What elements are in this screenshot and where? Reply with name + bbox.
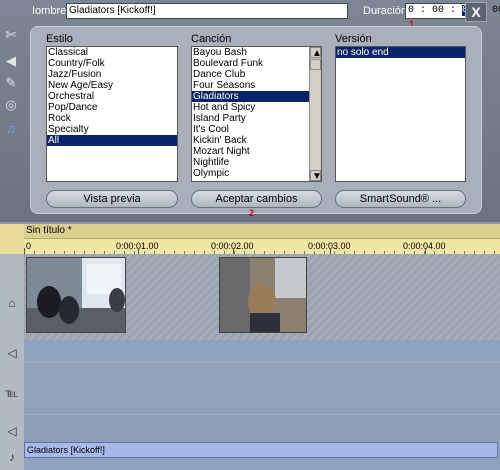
preview-button[interactable]: Vista previa: [46, 190, 178, 208]
project-title: Sin título *: [24, 224, 500, 238]
accept-changes-button[interactable]: Aceptar cambios: [191, 190, 322, 208]
cancion-item[interactable]: Boulevard Funk: [192, 58, 321, 69]
duration-label: Duración:: [363, 5, 411, 17]
title-track[interactable]: [24, 362, 500, 414]
clip-thumbnail-1: [27, 258, 125, 332]
cancion-item[interactable]: It's Cool: [192, 124, 321, 135]
estilo-item[interactable]: Pop/Dance: [47, 102, 177, 113]
estilo-title: Estilo: [46, 33, 73, 45]
cancion-item[interactable]: Four Seasons: [192, 80, 321, 91]
speaker-icon[interactable]: ◀︎: [2, 52, 20, 70]
music-track-icon[interactable]: ♪: [2, 448, 22, 466]
estilo-item[interactable]: New Age/Easy: [47, 80, 177, 91]
audio-track-1[interactable]: [24, 340, 500, 362]
clip-thumbnail-2: [220, 258, 306, 332]
cancion-item[interactable]: Island Party: [192, 113, 321, 124]
smartsound-button[interactable]: SmartSound® ...: [335, 190, 466, 208]
disc-icon[interactable]: ◎: [2, 96, 20, 114]
timeline-header: Sin título * 0 0:00:01.00 0:00:02.00 0:00:0…: [0, 224, 500, 255]
music-editor-panel: ✄ ◀︎ ✎ ◎ ♫ Iombre: Gladiators [Kickoff!]…: [0, 0, 500, 222]
annotation-2: 2: [249, 208, 255, 218]
cancion-item[interactable]: Kickin' Back: [192, 135, 321, 146]
name-row: Iombre: Gladiators [Kickoff!] Duración: …: [30, 3, 500, 21]
selection-panel: Estilo Classical Country/Folk Jazz/Fusion N…: [30, 26, 482, 218]
duration-field[interactable]: 0 : 00 : 03 . 00: [405, 3, 500, 19]
scissors-icon[interactable]: ✄: [2, 26, 20, 44]
left-toolbar: ✄ ◀︎ ✎ ◎ ♫: [0, 20, 22, 220]
estilo-item[interactable]: Country/Folk: [47, 58, 177, 69]
video-clip-1[interactable]: [26, 257, 126, 333]
cancion-item[interactable]: Dance Club: [192, 69, 321, 80]
estilo-item[interactable]: Specialty: [47, 124, 177, 135]
version-title: Versión: [335, 33, 372, 45]
cancion-item[interactable]: Olympic: [192, 168, 321, 179]
sound-effect-icon[interactable]: ◁: [2, 422, 22, 440]
camera-icon[interactable]: ⌂: [2, 294, 22, 312]
estilo-item[interactable]: Orchestral: [47, 91, 177, 102]
estilo-item[interactable]: Classical: [47, 47, 177, 58]
estilo-item[interactable]: Rock: [47, 113, 177, 124]
name-label: Iombre:: [32, 5, 70, 17]
cancion-item[interactable]: Bayou Bash: [192, 47, 321, 58]
close-button[interactable]: X: [465, 2, 487, 22]
cancion-items: Bayou Bash Boulevard Funk Dance Club Four S…: [192, 47, 321, 179]
cancion-item[interactable]: Gladiators: [192, 91, 321, 102]
title-track-icon[interactable]: ℡: [2, 384, 22, 402]
track-icons-column: ⌧ ⌂ ◁ ℡ ◁ ♪: [0, 224, 24, 470]
estilo-item[interactable]: All: [47, 135, 177, 146]
ruler-label: 0: [26, 241, 32, 251]
name-input[interactable]: Gladiators [Kickoff!]: [66, 3, 348, 19]
sound-effect-track[interactable]: [24, 414, 500, 442]
estilo-listbox[interactable]: Classical Country/Folk Jazz/Fusion New Age/…: [46, 46, 178, 182]
cancion-item[interactable]: Nightlife: [192, 157, 321, 168]
scroll-down-icon[interactable]: ▼: [310, 170, 321, 181]
scroll-thumb[interactable]: [310, 59, 321, 70]
video-track[interactable]: [24, 254, 500, 340]
version-item[interactable]: no solo end: [336, 47, 465, 58]
music-note-icon[interactable]: ♫: [2, 120, 20, 138]
timeline-ruler[interactable]: 0 0:00:01.00 0:00:02.00 0:00:03.00 0:00:04.0…: [24, 238, 500, 255]
audio-speaker-icon[interactable]: ◁: [2, 344, 22, 362]
version-listbox[interactable]: no solo end: [335, 46, 466, 182]
cancion-title: Canción: [191, 33, 232, 45]
cancion-item[interactable]: Hot and Spicy: [192, 102, 321, 113]
music-clip[interactable]: Gladiators [Kickoff!]: [24, 442, 498, 458]
video-clip-2[interactable]: [219, 257, 307, 333]
cancion-listbox[interactable]: Bayou Bash Boulevard Funk Dance Club Four S…: [191, 46, 322, 182]
duration-prefix: 0 : 00 :: [408, 5, 463, 16]
scroll-up-icon[interactable]: ▲: [310, 47, 321, 59]
estilo-item[interactable]: Jazz/Fusion: [47, 69, 177, 80]
cancion-scrollbar[interactable]: ▲ ▼: [309, 47, 321, 181]
pencil-icon[interactable]: ✎: [2, 74, 20, 92]
cancion-item[interactable]: Mozart Night: [192, 146, 321, 157]
